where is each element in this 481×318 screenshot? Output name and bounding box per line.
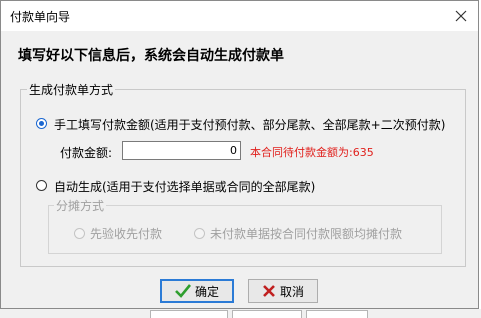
payment-wizard-dialog: 付款单向导 填写好以下信息后，系统会自动生成付款单 生成付款单方式 手工填写付款… (0, 0, 479, 309)
dialog-body: 生成付款单方式 手工填写付款金额(适用于支付预付款、部分尾款、全部尾款+二次预付… (1, 73, 478, 271)
first-inspected-first-paid-radio[interactable] (74, 228, 85, 239)
window-title: 付款单向导 (10, 10, 71, 24)
first-inspected-first-paid-label[interactable]: 先验收先付款 (90, 225, 162, 242)
auto-generate-label[interactable]: 自动生成(适用于支付选择单据或合同的全部尾款) (54, 178, 315, 195)
contract-pending-amount-note: 本合同待付款金额为:635 (250, 146, 374, 159)
payment-method-group-title: 生成付款单方式 (27, 81, 116, 98)
manual-amount-label[interactable]: 手工填写付款金额(适用于支付预付款、部分尾款、全部尾款+二次预付款) (54, 116, 445, 133)
allocation-method-group-title: 分摊方式 (54, 197, 107, 214)
instruction-banner: 填写好以下信息后，系统会自动生成付款单 (1, 31, 478, 73)
ok-button[interactable]: 确定 (160, 279, 234, 303)
x-icon (263, 285, 275, 297)
background-field (150, 310, 228, 318)
amount-input[interactable]: 0 (122, 141, 241, 160)
allocation-method-group: 分摊方式 先验收先付款 未付款单据按合同付款限额均摊付款 (48, 197, 442, 254)
ok-button-label: 确定 (194, 284, 219, 299)
proportional-allocation-label[interactable]: 未付款单据按合同付款限额均摊付款 (210, 225, 402, 242)
proportional-allocation-radio[interactable] (194, 228, 205, 239)
title-bar: 付款单向导 (1, 1, 478, 31)
close-icon (455, 10, 467, 22)
manual-amount-radio[interactable] (36, 118, 47, 129)
check-icon (175, 284, 191, 298)
dialog-footer: 确定 取消 (1, 271, 478, 308)
close-button[interactable] (450, 5, 472, 27)
amount-label: 付款金额: (60, 146, 113, 160)
background-field (306, 310, 368, 318)
cancel-button[interactable]: 取消 (248, 279, 318, 303)
cancel-button-label: 取消 (279, 284, 304, 299)
instruction-text: 填写好以下信息后，系统会自动生成付款单 (18, 48, 284, 64)
auto-generate-radio[interactable] (36, 180, 47, 191)
payment-method-group: 生成付款单方式 手工填写付款金额(适用于支付预付款、部分尾款、全部尾款+二次预付… (20, 81, 466, 267)
background-window-strip (0, 309, 481, 318)
background-field (232, 310, 302, 318)
